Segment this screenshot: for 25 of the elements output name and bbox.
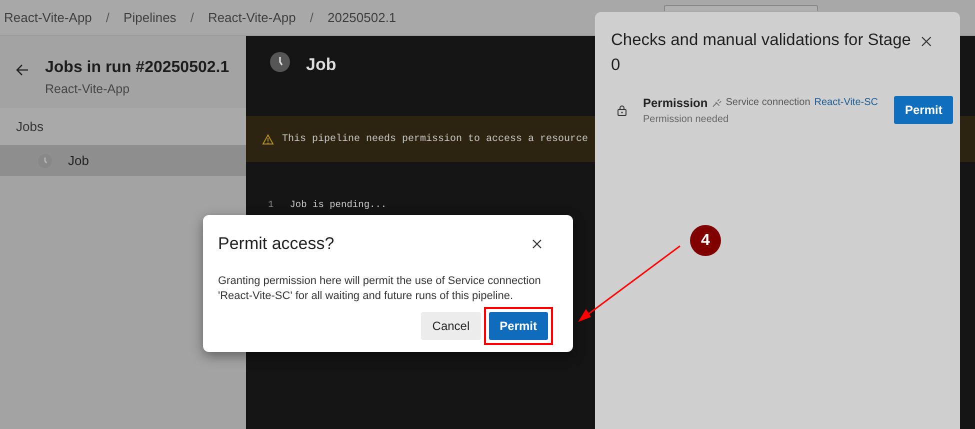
dialog-title: Permit access?	[218, 233, 334, 255]
separator: /	[106, 8, 110, 27]
permit-button[interactable]: Permit	[894, 96, 954, 124]
resource-type: Service connection	[726, 96, 810, 110]
pipeline-name: React-Vite-App	[45, 81, 131, 98]
panel-title: Checks and manual validations for Stage 0	[611, 30, 912, 76]
breadcrumb-link[interactable]: React-Vite-App	[208, 8, 296, 28]
log-line: Job is pending...	[290, 198, 387, 212]
separator: /	[310, 8, 314, 27]
separator: /	[190, 8, 194, 27]
check-name: Permission	[643, 94, 708, 112]
breadcrumb-link[interactable]: React-Vite-App	[4, 8, 92, 28]
breadcrumb-link[interactable]: Pipelines	[124, 8, 176, 28]
section-heading: Jobs	[16, 118, 44, 136]
permit-button[interactable]: Permit	[488, 312, 548, 340]
permission-warning: This pipeline needs permission to access a resource	[282, 132, 588, 146]
line-number: 1	[268, 198, 274, 212]
job-title: Job	[306, 54, 336, 76]
resource-link[interactable]: React-Vite-SC	[814, 95, 878, 110]
cancel-button[interactable]: Cancel	[421, 312, 481, 340]
breadcrumb-link[interactable]: 20250502.1	[327, 8, 396, 28]
check-status: Permission needed	[643, 112, 730, 126]
dialog-message: Granting permission here will permit the use of Service connection 'React-Vite-SC' for all waiting and future runs of this pipeline.	[218, 274, 542, 304]
jobs-title: Jobs in run #20250502.1	[45, 58, 230, 78]
job-item[interactable]: Job	[0, 145, 246, 176]
